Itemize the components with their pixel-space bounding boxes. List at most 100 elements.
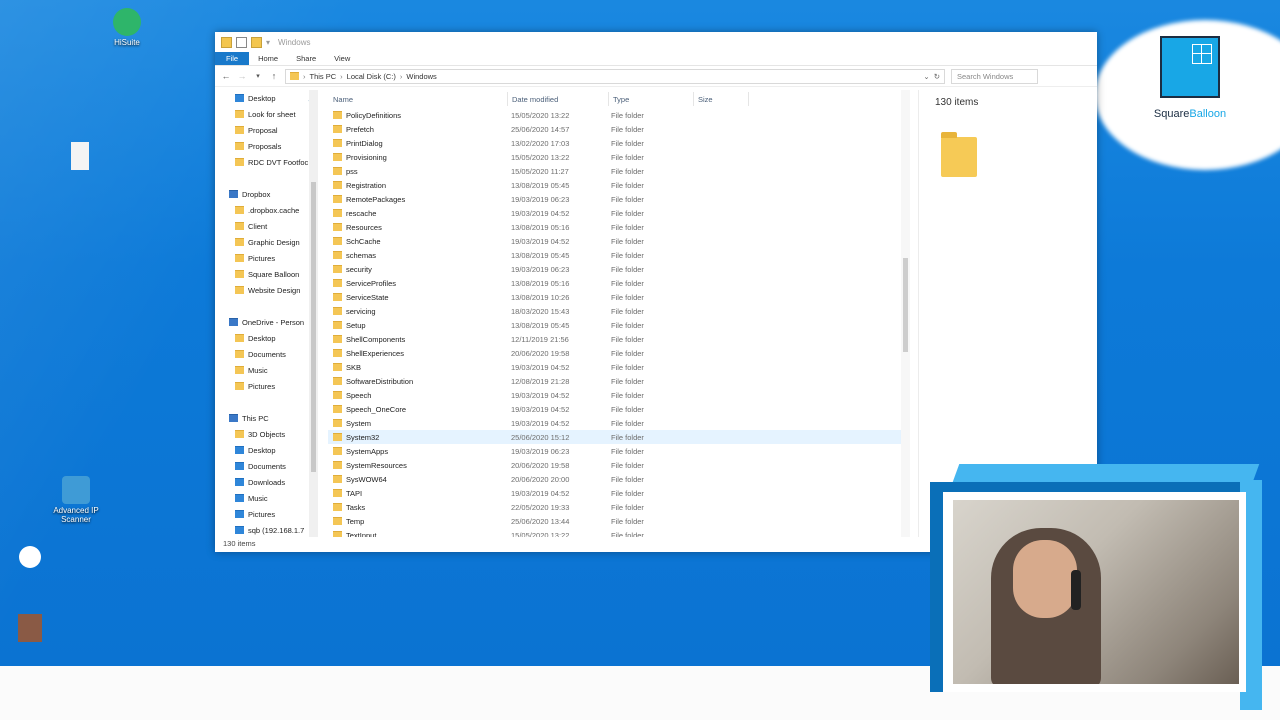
address-bar[interactable]: › This PC › Local Disk (C:) › Windows ⌄ …	[285, 68, 945, 84]
nav-item[interactable]: This PC	[215, 410, 319, 426]
column-name[interactable]: Name	[328, 92, 508, 106]
music-icon	[235, 494, 244, 502]
nav-item[interactable]: Proposals	[215, 138, 319, 154]
file-list-scrollbar[interactable]	[901, 90, 910, 537]
nav-item-label: Dropbox	[242, 189, 271, 199]
folder-icon	[235, 366, 244, 374]
file-row[interactable]: TextInput 15/05/2020 13:22 File folder	[328, 528, 908, 537]
file-name: Registration	[346, 180, 387, 190]
text-file-icon	[71, 142, 89, 170]
nav-item[interactable]: Look for sheet	[215, 106, 319, 122]
file-row[interactable]: Provisioning 15/05/2020 13:22 File folder	[328, 150, 908, 164]
breadcrumb-local-disk[interactable]: Local Disk (C:)	[347, 72, 396, 81]
nav-item[interactable]: Proposal	[215, 122, 319, 138]
nav-item[interactable]: sqb (192.168.1.7	[215, 522, 319, 537]
recent-locations-chevron-icon[interactable]: ▾	[253, 72, 263, 80]
nav-item[interactable]: Pictures	[215, 506, 319, 522]
file-row[interactable]: System32 25/06/2020 15:12 File folder	[328, 430, 908, 444]
file-row[interactable]: SysWOW64 20/06/2020 20:00 File folder	[328, 472, 908, 486]
breadcrumb-this-pc[interactable]: This PC	[310, 72, 337, 81]
column-date-modified[interactable]: Date modified	[508, 92, 609, 106]
file-row[interactable]: ServiceState 13/08/2019 10:26 File folder	[328, 290, 908, 304]
file-row[interactable]: ShellExperiences 20/06/2020 19:58 File fol…	[328, 346, 908, 360]
column-type[interactable]: Type	[609, 92, 694, 106]
breadcrumb-windows[interactable]: Windows	[406, 72, 436, 81]
nav-item-label: .dropbox.cache	[248, 205, 300, 215]
advanced-ip-scanner-shortcut[interactable]: Advanced IP Scanner	[46, 476, 106, 524]
nav-item[interactable]: 3D Objects	[215, 426, 319, 442]
tab-view[interactable]: View	[325, 52, 359, 65]
file-row[interactable]: schemas 13/08/2019 05:45 File folder	[328, 248, 908, 262]
tab-file[interactable]: File	[215, 52, 250, 65]
nav-item[interactable]: Graphic Design	[215, 234, 319, 250]
text-document-shortcut[interactable]	[50, 142, 110, 172]
file-row[interactable]: Temp 25/06/2020 13:44 File folder	[328, 514, 908, 528]
tab-home[interactable]: Home	[249, 52, 287, 65]
timer-shortcut[interactable]	[0, 546, 60, 570]
file-name: ShellComponents	[346, 334, 406, 344]
file-row[interactable]: RemotePackages 19/03/2019 06:23 File folde…	[328, 192, 908, 206]
date-modified: 13/08/2019 05:16	[511, 278, 570, 288]
file-row[interactable]: Registration 13/08/2019 05:45 File folder	[328, 178, 908, 192]
file-type: File folder	[611, 446, 644, 456]
refresh-icon[interactable]: ↻	[934, 72, 940, 81]
nav-item[interactable]: .dropbox.cache	[215, 202, 319, 218]
file-row[interactable]: security 19/03/2019 06:23 File folder	[328, 262, 908, 276]
nav-item[interactable]: Desktop📌	[215, 90, 319, 106]
search-input[interactable]: Search Windows	[951, 68, 1038, 84]
nav-item[interactable]: Desktop	[215, 442, 319, 458]
hisuite-shortcut[interactable]: HiSuite	[97, 8, 157, 47]
file-row[interactable]: PolicyDefinitions 15/05/2020 13:22 File fo…	[328, 108, 908, 122]
nav-item[interactable]: Downloads	[215, 474, 319, 490]
file-row[interactable]: pss 15/05/2020 11:27 File folder	[328, 164, 908, 178]
properties-icon[interactable]	[236, 36, 247, 48]
file-row[interactable]: Resources 13/08/2019 05:16 File folder	[328, 220, 908, 234]
file-row[interactable]: SystemApps 19/03/2019 06:23 File folder	[328, 444, 908, 458]
file-row[interactable]: SystemResources 20/06/2020 19:58 File fold…	[328, 458, 908, 472]
file-row[interactable]: TAPI 19/03/2019 04:52 File folder	[328, 486, 908, 500]
file-row[interactable]: PrintDialog 13/02/2020 17:03 File folder	[328, 136, 908, 150]
nav-item[interactable]: Client	[215, 218, 319, 234]
tab-share[interactable]: Share	[287, 52, 325, 65]
file-row[interactable]: SchCache 19/03/2019 04:52 File folder	[328, 234, 908, 248]
date-modified: 13/08/2019 05:16	[511, 222, 570, 232]
nav-item[interactable]: Square Balloon	[215, 266, 319, 282]
nav-item[interactable]: Desktop	[215, 330, 319, 346]
file-row[interactable]: servicing 18/03/2020 15:43 File folder	[328, 304, 908, 318]
nav-item[interactable]: OneDrive - Person	[215, 314, 319, 330]
nav-item[interactable]: Documents	[215, 458, 319, 474]
nav-item-label: Graphic Design	[248, 237, 300, 247]
file-row[interactable]: rescache 19/03/2019 04:52 File folder	[328, 206, 908, 220]
file-row[interactable]: Speech 19/03/2019 04:52 File folder	[328, 388, 908, 402]
file-row[interactable]: ShellComponents 12/11/2019 21:56 File fold…	[328, 332, 908, 346]
nav-item[interactable]: Pictures	[215, 378, 319, 394]
folder-icon	[333, 307, 342, 315]
file-row[interactable]: System 19/03/2019 04:52 File folder	[328, 416, 908, 430]
back-arrow-icon[interactable]: ←	[221, 71, 231, 81]
forward-arrow-icon[interactable]: →	[237, 71, 247, 81]
file-row[interactable]: Setup 13/08/2019 05:45 File folder	[328, 318, 908, 332]
nav-item[interactable]: Pictures	[215, 250, 319, 266]
nav-item[interactable]: Dropbox	[215, 186, 319, 202]
file-row[interactable]: ServiceProfiles 13/08/2019 05:16 File fold…	[328, 276, 908, 290]
file-name: SysWOW64	[346, 474, 387, 484]
nav-item[interactable]: Music	[215, 490, 319, 506]
navigation-scrollbar[interactable]	[309, 90, 318, 537]
nav-item[interactable]: Documents	[215, 346, 319, 362]
file-row[interactable]: Speech_OneCore 19/03/2019 04:52 File folde…	[328, 402, 908, 416]
nav-item-label: Documents	[248, 461, 286, 471]
nav-item[interactable]: RDC DVT Footfoc	[215, 154, 319, 170]
contact-shortcut[interactable]	[0, 614, 60, 644]
file-row[interactable]: Tasks 22/05/2020 19:33 File folder	[328, 500, 908, 514]
folder-icon	[235, 350, 244, 358]
up-arrow-icon[interactable]: ↑	[269, 71, 279, 81]
file-row[interactable]: SoftwareDistribution 12/08/2019 21:28 File…	[328, 374, 908, 388]
nav-item[interactable]: Website Design	[215, 282, 319, 298]
file-row[interactable]: SKB 19/03/2019 04:52 File folder	[328, 360, 908, 374]
address-dropdown-icon[interactable]: ⌄	[923, 72, 929, 81]
file-row[interactable]: Prefetch 25/06/2020 14:57 File folder	[328, 122, 908, 136]
nav-item[interactable]: Music	[215, 362, 319, 378]
new-folder-icon[interactable]	[251, 36, 262, 48]
quick-access-dropdown-icon[interactable]: ▾	[266, 38, 270, 47]
column-size[interactable]: Size	[694, 92, 749, 106]
